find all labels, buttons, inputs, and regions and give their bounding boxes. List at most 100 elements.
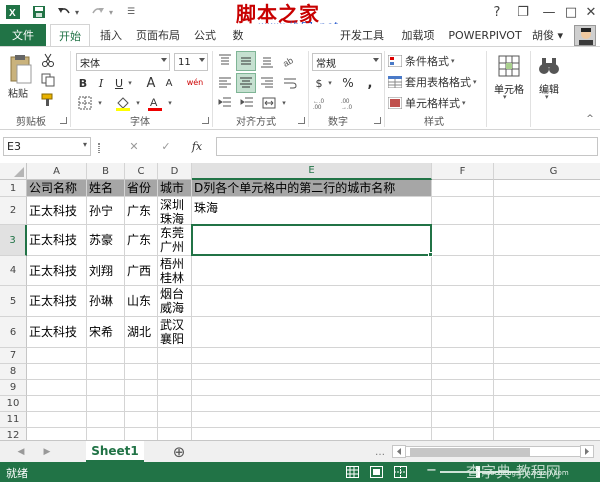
hscroll-right-button[interactable] bbox=[580, 445, 594, 458]
cell-g1[interactable] bbox=[494, 180, 600, 197]
cell-d1[interactable]: 城市 bbox=[158, 180, 192, 197]
cell-c12[interactable] bbox=[125, 428, 158, 440]
cell-d3[interactable]: 东莞 广州 bbox=[158, 225, 192, 256]
cell-f8[interactable] bbox=[432, 364, 494, 380]
align-bottom-icon[interactable] bbox=[258, 53, 276, 69]
cell-a3[interactable]: 正太科技 bbox=[27, 225, 87, 256]
cell-d10[interactable] bbox=[158, 396, 192, 412]
tab-addins[interactable]: 加载项 bbox=[398, 24, 438, 46]
cell-c3[interactable]: 广东 bbox=[125, 225, 158, 256]
close-button[interactable]: ✕ bbox=[578, 2, 600, 22]
currency-button[interactable]: $ bbox=[312, 75, 326, 91]
copy-icon[interactable] bbox=[40, 73, 56, 87]
column-header-a[interactable]: A bbox=[27, 163, 87, 180]
cell-b11[interactable] bbox=[87, 412, 125, 428]
cell-a2[interactable]: 正太科技 bbox=[27, 197, 87, 225]
tab-file[interactable]: 文件 bbox=[0, 24, 46, 46]
cell-e2[interactable]: 珠海 bbox=[192, 197, 432, 225]
cell-c7[interactable] bbox=[125, 348, 158, 364]
redo-icon[interactable] bbox=[90, 3, 106, 21]
font-color-icon[interactable]: A bbox=[146, 95, 164, 111]
cell-d12[interactable] bbox=[158, 428, 192, 440]
cell-a10[interactable] bbox=[27, 396, 87, 412]
cell-b2[interactable]: 孙宁 bbox=[87, 197, 125, 225]
column-header-d[interactable]: D bbox=[158, 163, 192, 180]
ribbon-display-options-icon[interactable]: ❐ bbox=[510, 2, 536, 22]
align-right-icon[interactable] bbox=[258, 75, 276, 91]
cell-b12[interactable] bbox=[87, 428, 125, 440]
orientation-icon[interactable]: ab bbox=[280, 53, 300, 69]
cell-f6[interactable] bbox=[432, 317, 494, 348]
increase-indent-icon[interactable] bbox=[238, 95, 256, 111]
cell-e5[interactable] bbox=[192, 286, 432, 317]
increase-decimal-icon[interactable]: ←.0.00 bbox=[312, 95, 334, 111]
cell-a1[interactable]: 公司名称 bbox=[27, 180, 87, 197]
more-sheets-icon[interactable]: … bbox=[374, 444, 386, 460]
cell-c11[interactable] bbox=[125, 412, 158, 428]
format-painter-icon[interactable] bbox=[40, 93, 56, 107]
align-middle-icon[interactable] bbox=[236, 51, 256, 71]
cell-c9[interactable] bbox=[125, 380, 158, 396]
prev-sheet-icon[interactable]: ◀ bbox=[14, 444, 28, 460]
cell-f4[interactable] bbox=[432, 256, 494, 286]
row-header-8[interactable]: 8 bbox=[0, 364, 27, 380]
cell-e12[interactable] bbox=[192, 428, 432, 440]
cut-icon[interactable] bbox=[40, 53, 56, 67]
conditional-formatting-button[interactable]: 条件格式 ▾ bbox=[388, 53, 482, 69]
normal-view-icon[interactable] bbox=[346, 466, 359, 478]
column-header-g[interactable]: G bbox=[494, 163, 600, 180]
currency-dropdown-icon[interactable]: ▾ bbox=[326, 75, 334, 91]
underline-button[interactable]: U bbox=[112, 75, 126, 91]
zoom-out-icon[interactable]: − bbox=[426, 463, 437, 478]
hscroll-track[interactable] bbox=[406, 446, 580, 457]
save-icon[interactable] bbox=[30, 3, 48, 21]
tab-powerpivot[interactable]: POWERPIVOT bbox=[446, 24, 524, 46]
decrease-font-button[interactable]: A bbox=[162, 75, 176, 91]
increase-font-button[interactable]: A bbox=[144, 75, 158, 91]
cell-b9[interactable] bbox=[87, 380, 125, 396]
tab-formulas[interactable]: 公式 bbox=[188, 24, 222, 46]
font-launcher-icon[interactable] bbox=[202, 117, 209, 124]
cell-b3[interactable]: 苏豪 bbox=[87, 225, 125, 256]
merge-center-icon[interactable] bbox=[260, 95, 278, 111]
wrap-text-icon[interactable] bbox=[280, 75, 300, 91]
row-header-5[interactable]: 5 bbox=[0, 286, 27, 317]
cell-d7[interactable] bbox=[158, 348, 192, 364]
cell-g7[interactable] bbox=[494, 348, 600, 364]
fill-color-icon[interactable] bbox=[114, 95, 132, 111]
fill-color-dropdown-icon[interactable]: ▾ bbox=[134, 95, 142, 111]
cell-f2[interactable] bbox=[432, 197, 494, 225]
hscroll-thumb[interactable] bbox=[410, 448, 530, 456]
tab-page-layout[interactable]: 页面布局 bbox=[132, 24, 184, 46]
cell-c2[interactable]: 广东 bbox=[125, 197, 158, 225]
editing-dropdown-icon[interactable]: ▾ bbox=[545, 93, 549, 101]
undo-icon[interactable] bbox=[56, 3, 72, 21]
cell-g4[interactable] bbox=[494, 256, 600, 286]
cell-g6[interactable] bbox=[494, 317, 600, 348]
tab-developer[interactable]: 开发工具 bbox=[334, 24, 390, 46]
cell-f1[interactable] bbox=[432, 180, 494, 197]
cell-e6[interactable] bbox=[192, 317, 432, 348]
excel-icon[interactable]: X bbox=[4, 3, 22, 21]
cells-dropdown-icon[interactable]: ▾ bbox=[503, 93, 507, 101]
font-size-combo[interactable]: 11 bbox=[174, 53, 208, 71]
cell-b1[interactable]: 姓名 bbox=[87, 180, 125, 197]
cell-d2[interactable]: 深圳 珠海 bbox=[158, 197, 192, 225]
row-header-11[interactable]: 11 bbox=[0, 412, 27, 428]
user-name[interactable]: 胡俊 ▾ bbox=[532, 27, 563, 43]
cell-e10[interactable] bbox=[192, 396, 432, 412]
name-box[interactable]: E3 ▾ bbox=[3, 137, 91, 156]
cell-g3[interactable] bbox=[494, 225, 600, 256]
column-header-f[interactable]: F bbox=[432, 163, 494, 180]
cell-e7[interactable] bbox=[192, 348, 432, 364]
row-header-10[interactable]: 10 bbox=[0, 396, 27, 412]
page-break-view-icon[interactable] bbox=[394, 466, 407, 478]
row-header-6[interactable]: 6 bbox=[0, 317, 27, 348]
cell-e8[interactable] bbox=[192, 364, 432, 380]
cell-f5[interactable] bbox=[432, 286, 494, 317]
cell-styles-button[interactable]: 单元格样式 ▾ bbox=[388, 95, 482, 111]
cell-f9[interactable] bbox=[432, 380, 494, 396]
tab-data[interactable]: 数 bbox=[228, 24, 248, 46]
avatar[interactable] bbox=[574, 25, 596, 46]
decrease-decimal-icon[interactable]: .00 →.0 bbox=[340, 95, 362, 111]
